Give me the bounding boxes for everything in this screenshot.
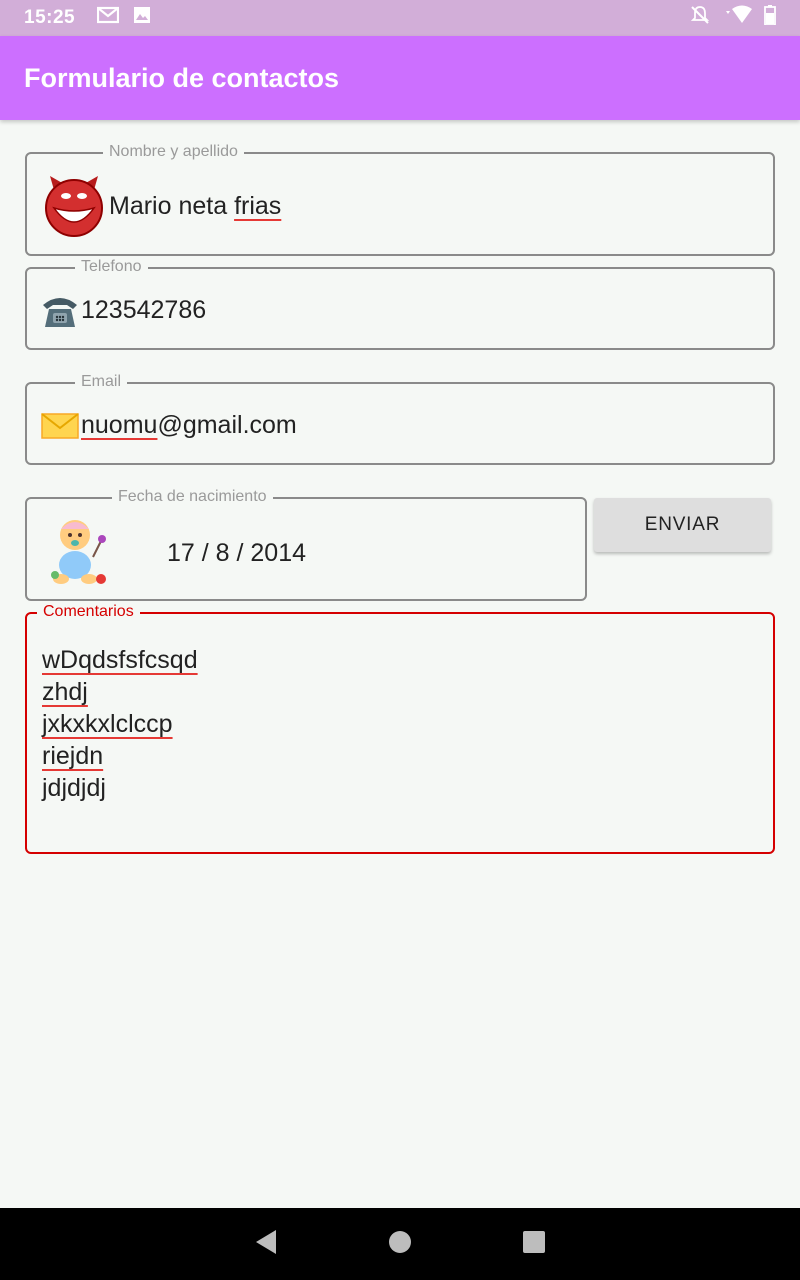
telephone-icon <box>41 293 79 334</box>
comentario-line: jdjdjdj <box>42 774 106 802</box>
image-icon <box>133 6 151 30</box>
email-label: Email <box>75 371 128 393</box>
status-time: 15:25 <box>24 7 76 28</box>
baby-icon <box>47 515 113 592</box>
telefono-field[interactable]: Telefono 123542786 <box>25 256 775 350</box>
nombre-value: Mario neta frias <box>109 192 281 221</box>
telefono-value: 123542786 <box>81 296 207 324</box>
comentario-line: wDqdsfsfcsqd <box>42 646 198 674</box>
envelope-icon <box>41 412 79 445</box>
status-bar: 15:25 <box>0 0 800 36</box>
fecha-nacimiento-field[interactable]: Fecha de nacimiento 17 / 8 / 2014 <box>25 486 587 601</box>
nombre-value-text: Mario neta <box>109 192 235 220</box>
email-value-misspelled: nuomu <box>81 411 158 439</box>
email-field[interactable]: Email nuomu@gmail.com <box>25 371 775 465</box>
app-title: Formulario de contactos <box>24 62 340 93</box>
comentarios-label: Comentarios <box>37 601 140 623</box>
recents-icon[interactable] <box>522 1230 546 1259</box>
navigation-bar <box>0 1208 800 1280</box>
email-value: nuomu@gmail.com <box>81 411 297 440</box>
wifi-icon <box>722 5 752 31</box>
app-bar: Formulario de contactos <box>0 36 800 120</box>
comentario-line: riejdn <box>42 742 104 770</box>
back-icon[interactable] <box>254 1229 278 1260</box>
comentarios-text: wDqdsfsfcsqd zhdj jxkxkxlclccp riejdn jd… <box>42 644 198 804</box>
nombre-field[interactable]: Nombre y apellido Mario neta frias <box>25 141 775 256</box>
notifications-off-icon <box>690 5 710 31</box>
comentario-line: zhdj <box>42 678 88 706</box>
enviar-button[interactable]: ENVIAR <box>594 498 771 552</box>
home-icon[interactable] <box>388 1230 412 1259</box>
devil-smiley-icon <box>42 174 106 243</box>
nombre-label: Nombre y apellido <box>103 141 244 163</box>
email-value-rest: @gmail.com <box>157 411 297 439</box>
comentario-line: jxkxkxlclccp <box>42 710 173 738</box>
gmail-icon <box>97 6 120 30</box>
fecha-value: 17 / 8 / 2014 <box>167 539 307 567</box>
nombre-value-misspelled: frias <box>234 192 282 220</box>
battery-icon <box>764 5 776 31</box>
telefono-label: Telefono <box>75 256 148 278</box>
fecha-label: Fecha de nacimiento <box>112 486 273 508</box>
comentarios-field[interactable]: Comentarios wDqdsfsfcsqd zhdj jxkxkxlclc… <box>25 601 775 854</box>
